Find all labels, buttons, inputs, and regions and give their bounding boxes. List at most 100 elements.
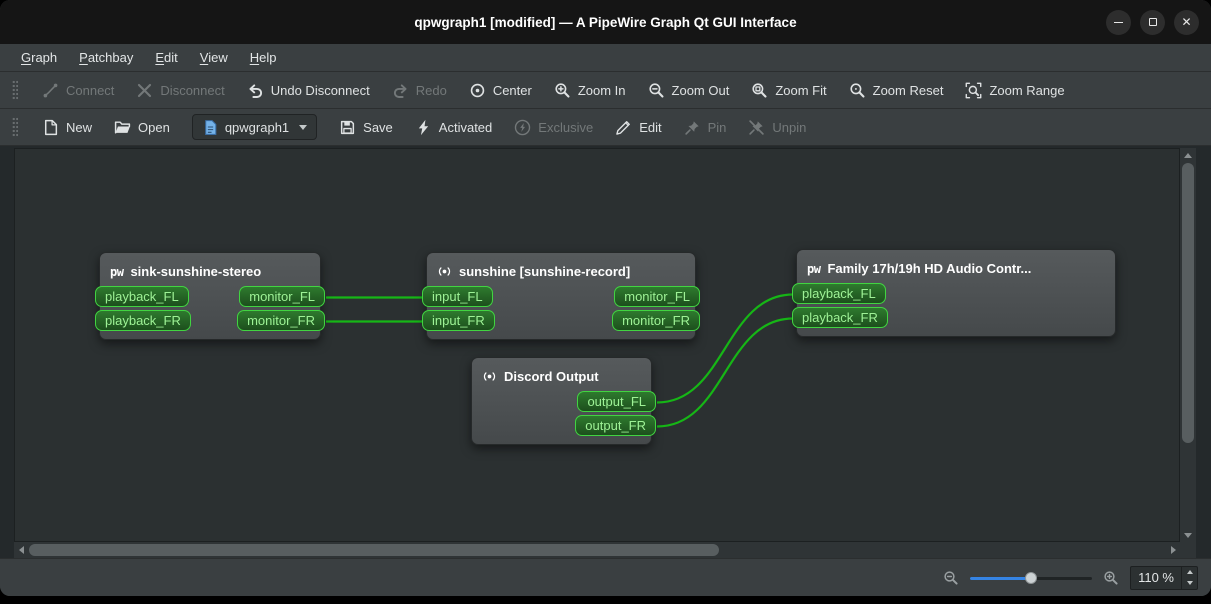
close-icon: ✕ — [1181, 15, 1192, 29]
arrow-down-icon — [1184, 532, 1192, 538]
toolbar-file: New Open qpwgraph1 Save Activated Exclusive Ed… — [0, 109, 1211, 146]
toolbar-button-connect[interactable]: Connect — [42, 82, 114, 99]
port-discord-output-fl[interactable]: output_FL — [577, 391, 656, 412]
zoom-out-icon[interactable] — [943, 570, 959, 586]
zoom-out-icon — [648, 82, 665, 99]
port-sink-monitor-fr[interactable]: monitor_FR — [237, 310, 325, 331]
toolbar-button-save[interactable]: Save — [339, 119, 393, 136]
canvas-area: pw sink-sunshine-stereo playback_FL monitor… — [0, 146, 1211, 558]
port-discord-output-fr[interactable]: output_FR — [575, 415, 656, 436]
port-sunshine-input-fr[interactable]: input_FR — [422, 310, 495, 331]
horizontal-scrollbar[interactable] — [14, 542, 1180, 558]
port-sunshine-input-fl[interactable]: input_FL — [422, 286, 493, 307]
node-sunshine[interactable]: sunshine [sunshine-record] input_FL monito… — [422, 252, 700, 340]
port-sink-playback-fr[interactable]: playback_FR — [95, 310, 191, 331]
node-header: Discord Output — [472, 363, 651, 391]
node-title: sink-sunshine-stereo — [130, 263, 262, 279]
toolbar-graph: Connect Disconnect Undo Disconnect Redo Cent… — [0, 72, 1211, 109]
port-family-playback-fl[interactable]: playback_FL — [792, 283, 886, 304]
arrow-down-icon — [1186, 581, 1193, 585]
node-sink[interactable]: pw sink-sunshine-stereo playback_FL monitor… — [95, 252, 325, 340]
menu-graph[interactable]: Graph — [10, 47, 68, 68]
arrow-left-icon — [18, 546, 24, 554]
pipewire-icon: pw — [807, 261, 821, 276]
audio-app-icon — [482, 369, 497, 384]
port-sunshine-monitor-fl[interactable]: monitor_FL — [614, 286, 700, 307]
node-header: sunshine [sunshine-record] — [427, 258, 695, 286]
connections-layer — [325, 293, 794, 428]
toolbar-button-redo[interactable]: Redo — [392, 82, 447, 99]
close-button[interactable]: ✕ — [1174, 9, 1199, 35]
menu-patchbay[interactable]: Patchbay — [68, 47, 144, 68]
toolbar-button-disconnect[interactable]: Disconnect — [136, 82, 225, 99]
patchbay-file-icon — [202, 119, 219, 136]
node-discord[interactable]: Discord Output output_FL output_FR — [471, 357, 656, 445]
window-controls: ✕ — [1106, 0, 1199, 44]
zoom-spin-arrows — [1181, 566, 1197, 589]
arrow-right-icon — [1170, 546, 1176, 554]
scrollbar-corner — [1180, 542, 1196, 558]
toolbar-button-zoom-fit[interactable]: Zoom Fit — [751, 82, 827, 99]
port-sunshine-monitor-fr[interactable]: monitor_FR — [612, 310, 700, 331]
zoom-spin-down-button[interactable] — [1182, 578, 1197, 589]
zoom-spin-up-button[interactable] — [1182, 567, 1197, 578]
toolbar-button-center[interactable]: Center — [469, 82, 532, 99]
titlebar[interactable]: qpwgraph1 [modified] — A PipeWire Graph … — [0, 0, 1211, 44]
menu-edit[interactable]: Edit — [144, 47, 188, 68]
zoom-slider[interactable] — [970, 570, 1093, 586]
port-sink-playback-fl[interactable]: playback_FL — [95, 286, 189, 307]
window-title: qpwgraph1 [modified] — A PipeWire Graph … — [414, 14, 797, 30]
patchbay-session-name: qpwgraph1 — [224, 119, 290, 135]
menu-help[interactable]: Help — [239, 47, 288, 68]
vertical-scrollbar[interactable] — [1180, 148, 1196, 542]
unpin-icon — [748, 119, 765, 136]
zoom-slider-handle[interactable] — [1025, 571, 1038, 584]
pencil-icon — [615, 119, 632, 136]
disconnect-icon — [136, 82, 153, 99]
toolbar-drag-handle[interactable] — [12, 117, 18, 137]
zoom-fit-icon — [751, 82, 768, 99]
port-family-playback-fr[interactable]: playback_FR — [792, 307, 888, 328]
horizontal-scrollbar-thumb[interactable] — [29, 544, 719, 556]
app-window: qpwgraph1 [modified] — A PipeWire Graph … — [0, 0, 1211, 596]
toolbar-button-zoom-reset[interactable]: Zoom Reset — [849, 82, 943, 99]
undo-icon — [247, 82, 264, 99]
zoom-spinbox[interactable]: 110 % — [1130, 565, 1198, 590]
zoom-in-icon[interactable] — [1103, 570, 1119, 586]
toolbar-drag-handle[interactable] — [12, 80, 18, 100]
scroll-left-button[interactable] — [14, 542, 28, 558]
minimize-button[interactable] — [1106, 9, 1131, 35]
arrow-up-icon — [1186, 570, 1193, 574]
toolbar-button-zoom-out[interactable]: Zoom Out — [648, 82, 729, 99]
node-family[interactable]: pw Family 17h/19h HD Audio Contr... playba… — [792, 249, 1116, 337]
port-sink-monitor-fl[interactable]: monitor_FL — [239, 286, 325, 307]
node-title: Discord Output — [504, 368, 599, 384]
toolbar-button-zoom-range[interactable]: Zoom Range — [965, 82, 1065, 99]
toolbar-button-edit[interactable]: Edit — [615, 119, 662, 136]
graph-canvas[interactable]: pw sink-sunshine-stereo playback_FL monitor… — [14, 148, 1180, 542]
vertical-scrollbar-thumb[interactable] — [1182, 163, 1194, 443]
toolbar-button-pin[interactable]: Pin — [684, 119, 726, 136]
minimize-icon — [1114, 21, 1123, 23]
maximize-button[interactable] — [1140, 9, 1165, 35]
menu-view[interactable]: View — [189, 47, 239, 68]
scroll-down-button[interactable] — [1180, 528, 1196, 542]
toolbar-button-zoom-in[interactable]: Zoom In — [554, 82, 626, 99]
new-icon — [42, 119, 59, 136]
toolbar-button-new[interactable]: New — [42, 119, 92, 136]
node-header: pw sink-sunshine-stereo — [100, 258, 320, 286]
redo-icon — [392, 82, 409, 99]
node-title: sunshine [sunshine-record] — [459, 263, 631, 279]
zoom-value[interactable]: 110 % — [1131, 567, 1181, 589]
zoom-reset-icon — [849, 82, 866, 99]
toolbar-button-exclusive[interactable]: Exclusive — [514, 119, 593, 136]
toolbar-button-undo-disconnect[interactable]: Undo Disconnect — [247, 82, 370, 99]
toolbar-button-activated[interactable]: Activated — [415, 119, 492, 136]
patchbay-session-combo[interactable]: qpwgraph1 — [191, 114, 318, 140]
toolbar-button-unpin[interactable]: Unpin — [748, 119, 806, 136]
scroll-up-button[interactable] — [1180, 148, 1196, 162]
scroll-right-button[interactable] — [1166, 542, 1180, 558]
toolbar-button-open[interactable]: Open — [114, 119, 170, 136]
pipewire-icon: pw — [110, 264, 124, 279]
pin-icon — [684, 119, 701, 136]
